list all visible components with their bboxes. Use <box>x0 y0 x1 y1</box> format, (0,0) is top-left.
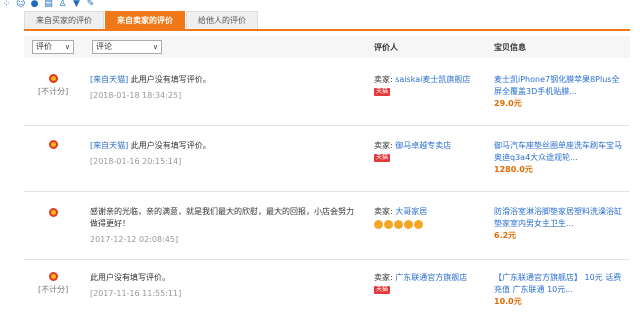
item-cell: 御马汽车座垫丝圈单座洗车刷车宝马奥迪q3a4大众途观轮... 1280.0元 <box>494 140 624 176</box>
source-tag: [来自天猫] <box>90 141 129 150</box>
grid-icon[interactable]: ⁘ <box>2 0 11 9</box>
item-cell: 【广东联通官方旗舰店】 10元 话费充值 广东联通 10元... 10.0元 <box>494 272 624 308</box>
price-unit: 元 <box>513 297 522 306</box>
tab-given-to-others[interactable]: 给他人的评价 <box>186 11 258 29</box>
flower-icon <box>48 272 58 281</box>
comment-date: [2018-01-16 20:15:14] <box>90 157 182 166</box>
crown-icon <box>374 220 383 229</box>
seller-label: 卖家: <box>374 207 393 216</box>
reviewer-column-header: 评价人 <box>374 43 398 52</box>
comment-cell: 此用户没有填写评价。 [2017-11-16 11:55:11] <box>90 272 360 300</box>
comment-date: [2017-11-16 11:55:11] <box>90 289 182 298</box>
comment-filter-value: 评论 <box>96 42 112 51</box>
smile-icon[interactable]: ☺ <box>16 0 25 9</box>
review-tabs: 来自买家的评价 来自卖家的评价 给他人的评价 <box>24 11 630 31</box>
item-link[interactable]: 御马汽车座垫丝圈单座洗车刷车宝马奥迪q3a4大众途观轮... <box>494 141 622 162</box>
shirt-icon[interactable]: ▼ <box>72 0 81 9</box>
wrench-icon[interactable]: ✎ <box>86 0 95 9</box>
seller-cell: 卖家: saiskai麦士凯旗舰店 天猫 <box>374 74 474 98</box>
flower-icon <box>48 208 58 217</box>
comment-text: 此用户没有填写评价。 <box>130 75 211 84</box>
flower-icon <box>48 74 58 83</box>
seller-crown-rating <box>374 220 424 233</box>
seller-link[interactable]: 御马卓越专卖店 <box>395 141 451 150</box>
table-header: 评价 ∨ 评论 ∨ 评价人 宝贝信息 <box>24 36 630 58</box>
seller-cell: 卖家: 大哥家居 <box>374 206 474 233</box>
comment-date: [2018-01-18 18:34:25] <box>90 91 182 100</box>
tmall-badge: 天猫 <box>374 87 391 96</box>
table-row: [不计分] [来自天猫] 此用户没有填写评价。 [2018-01-18 18:3… <box>24 62 630 126</box>
crown-icon <box>394 220 403 229</box>
item-link[interactable]: 防滑浴室淋浴脚垫家居塑料洗澡浴缸垫家室内男女主卫生... <box>494 207 622 228</box>
mic-icon[interactable]: ● <box>30 0 39 9</box>
tab-from-buyers[interactable]: 来自买家的评价 <box>24 11 104 29</box>
table-row: 感谢亲的光临，亲的满意，就是我们最大的欣慰，最大的回报，小店会努力做得更好！ 2… <box>24 192 630 260</box>
rating-cell: [不计分] <box>38 74 68 97</box>
price-unit: 元 <box>513 99 522 108</box>
item-price: 6.2 <box>494 231 509 240</box>
price-unit: 元 <box>508 231 517 240</box>
item-price: 29.0 <box>494 99 514 108</box>
table-row: [不计分] 此用户没有填写评价。 [2017-11-16 11:55:11] 卖… <box>24 260 630 320</box>
item-cell: 防滑浴室淋浴脚垫家居塑料洗澡浴缸垫家室内男女主卫生... 6.2元 <box>494 206 624 242</box>
tmall-badge: 天猫 <box>374 285 391 294</box>
tmall-badge: 天猫 <box>374 153 391 162</box>
item-cell: 麦士凯iPhone7钢化膜苹果8Plus全屏全覆盖3D手机贴膜... 29.0元 <box>494 74 624 110</box>
rating-cell <box>38 208 68 217</box>
item-price: 10.0 <box>494 297 514 306</box>
chevron-down-icon: ∨ <box>152 43 158 51</box>
rating-cell: [不计分] <box>38 272 68 295</box>
source-tag: [来自天猫] <box>90 75 129 84</box>
seller-link[interactable]: 广东联通官方旗舰店 <box>395 273 467 282</box>
crown-icon <box>414 220 423 229</box>
price-unit: 元 <box>524 165 533 174</box>
top-toolbar: ⁘ ☺ ● ▤ ♙ ▼ ✎ <box>0 0 95 8</box>
table-row: [来自天猫] 此用户没有填写评价。 [2018-01-16 20:15:14] … <box>24 126 630 192</box>
seller-label: 卖家: <box>374 273 393 282</box>
rating-cell <box>38 140 68 149</box>
keyboard-icon[interactable]: ▤ <box>44 0 53 9</box>
seller-link[interactable]: saiskai麦士凯旗舰店 <box>395 75 470 84</box>
no-count-label: [不计分] <box>38 87 69 96</box>
comment-text: 此用户没有填写评价。 <box>130 141 211 150</box>
item-price: 1280.0 <box>494 165 525 174</box>
item-link[interactable]: 麦士凯iPhone7钢化膜苹果8Plus全屏全覆盖3D手机贴膜... <box>494 75 619 96</box>
comment-cell: [来自天猫] 此用户没有填写评价。 [2018-01-16 20:15:14] <box>90 140 360 168</box>
seller-cell: 卖家: 御马卓越专卖店 天猫 <box>374 140 474 164</box>
crown-icon <box>404 220 413 229</box>
comment-date: 2017-12-12 02:08:45] <box>90 235 179 244</box>
person-icon[interactable]: ♙ <box>58 0 67 9</box>
comment-filter-select[interactable]: 评论 ∨ <box>92 40 162 54</box>
crown-icon <box>384 220 393 229</box>
rating-filter-select[interactable]: 评价 ∨ <box>32 40 74 54</box>
item-column-header: 宝贝信息 <box>494 43 526 52</box>
comment-text: 此用户没有填写评价。 <box>90 273 170 282</box>
tab-from-sellers[interactable]: 来自卖家的评价 <box>105 11 185 29</box>
seller-label: 卖家: <box>374 75 393 84</box>
seller-link[interactable]: 大哥家居 <box>395 207 427 216</box>
seller-cell: 卖家: 广东联通官方旗舰店 天猫 <box>374 272 474 296</box>
comment-cell: 感谢亲的光临，亲的满意，就是我们最大的欣慰，最大的回报，小店会努力做得更好！ 2… <box>90 206 360 246</box>
comment-cell: [来自天猫] 此用户没有填写评价。 [2018-01-18 18:34:25] <box>90 74 360 102</box>
flower-icon <box>48 140 58 149</box>
item-link[interactable]: 【广东联通官方旗舰店】 10元 话费充值 广东联通 10元... <box>494 273 621 294</box>
chevron-down-icon: ∨ <box>64 43 70 51</box>
seller-label: 卖家: <box>374 141 393 150</box>
no-count-label: [不计分] <box>38 285 69 294</box>
rating-filter-value: 评价 <box>36 42 52 51</box>
comment-text: 感谢亲的光临，亲的满意，就是我们最大的欣慰，最大的回报，小店会努力做得更好！ <box>90 207 354 228</box>
